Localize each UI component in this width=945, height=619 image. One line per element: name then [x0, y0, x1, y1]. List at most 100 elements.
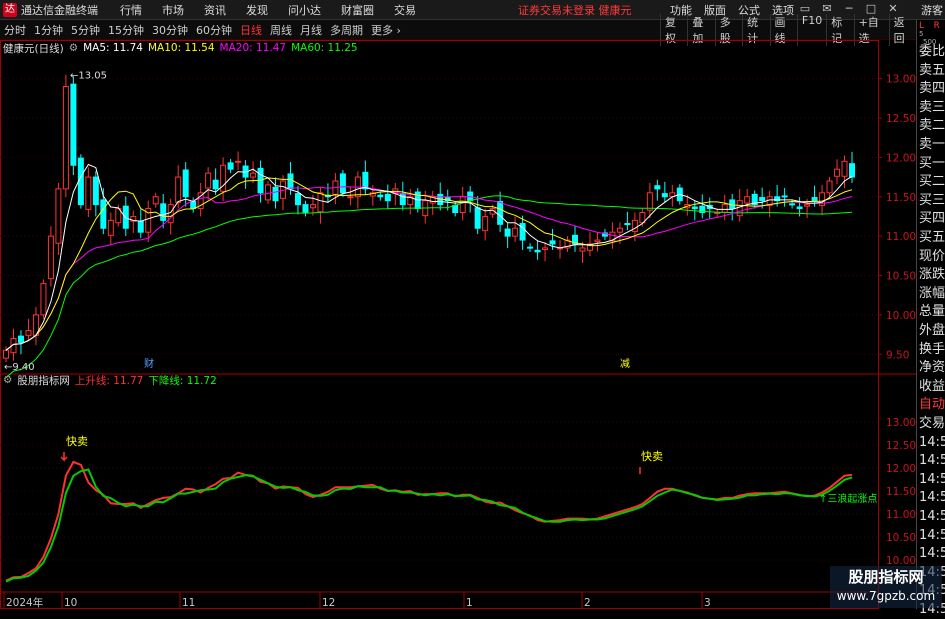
candle-up: [25, 330, 32, 336]
candle-down: [272, 186, 279, 202]
side-panel-item[interactable]: 换手: [917, 340, 945, 359]
menu-market[interactable]: 行情: [110, 2, 152, 18]
period-tab[interactable]: 日线: [236, 22, 266, 38]
side-panel-item[interactable]: 买四: [917, 209, 945, 228]
candle-up: [107, 219, 114, 236]
lr-toggle[interactable]: L R 5 500: [919, 22, 943, 47]
candle-down: [849, 163, 855, 178]
ma60-label: MA60: 11.25: [291, 42, 358, 54]
candle-up: [646, 192, 653, 211]
period-tab[interactable]: 15分钟: [104, 22, 148, 38]
candle-down: [287, 173, 294, 190]
candle-up: [579, 247, 586, 252]
down-line: [5, 468, 853, 583]
up-line-label: 上升线: 11.77: [74, 374, 144, 387]
period-tab[interactable]: 多周期: [326, 22, 367, 38]
date-label: 3: [704, 597, 711, 609]
side-panel-item[interactable]: 卖五: [917, 61, 945, 80]
candle-down: [811, 197, 818, 202]
sell-signal-label: 快卖: [66, 435, 88, 448]
settings-icon[interactable]: ⚙: [3, 374, 12, 386]
side-panel-item[interactable]: 总量: [917, 302, 945, 321]
side-panel-item[interactable]: 现价: [917, 247, 945, 266]
date-label: 12: [322, 597, 335, 609]
side-panel-item[interactable]: 14:56: [917, 433, 945, 452]
side-panel-item[interactable]: 收益: [917, 377, 945, 396]
side-panel-item[interactable]: 14:56: [917, 451, 945, 470]
date-label: 1: [466, 597, 473, 609]
candle-up: [3, 349, 9, 359]
side-panel-item[interactable]: 卖三: [917, 98, 945, 117]
candle-up: [744, 196, 751, 204]
menu-wealth[interactable]: 财富圈: [331, 2, 384, 18]
menu-discover[interactable]: 发现: [236, 2, 278, 18]
side-panel-item[interactable]: 卖一: [917, 135, 945, 154]
side-panel-item[interactable]: 买三: [917, 191, 945, 210]
side-panel-item[interactable]: 买二: [917, 172, 945, 191]
candle-up: [265, 184, 272, 201]
candle-up: [841, 160, 848, 177]
price-tick-label: 13.00: [886, 74, 916, 86]
menu-ask[interactable]: 问小达: [278, 2, 331, 18]
menu-markets[interactable]: 市场: [152, 2, 194, 18]
candle-down: [92, 176, 99, 206]
side-panel-item[interactable]: 14:56: [917, 470, 945, 489]
candle-down: [691, 206, 698, 210]
side-panel-item[interactable]: 交易: [917, 414, 945, 433]
date-label: 2: [584, 597, 591, 609]
menu-trade[interactable]: 交易: [384, 2, 426, 18]
period-tab[interactable]: 月线: [296, 22, 326, 38]
watermark: 股朋指标网 www.7gpzb.com: [830, 566, 942, 608]
quote-side-panel: L R 5 500 委比 卖五 卖四 卖三 卖二 卖一 买一 买二 买三 买四 买五 现价 涨跌 涨幅 总量…: [916, 20, 945, 617]
sub-tick-label: 10.50: [886, 532, 916, 544]
candle-down: [160, 203, 167, 221]
side-panel-item[interactable]: 14:56: [917, 488, 945, 507]
menu-news[interactable]: 资讯: [194, 2, 236, 18]
login-notice[interactable]: 证券交易未登录 健康元: [518, 2, 632, 18]
period-tab[interactable]: 1分钟: [30, 22, 67, 38]
settings-icon[interactable]: ⚙: [69, 42, 78, 54]
period-tab[interactable]: 周线: [266, 22, 296, 38]
candle-down: [227, 162, 234, 170]
guest-label[interactable]: 游客: [921, 2, 943, 18]
sub-tick-label: 11.50: [886, 486, 916, 498]
side-panel-item[interactable]: 14:56: [917, 507, 945, 526]
side-panel-item[interactable]: 涨跌: [917, 265, 945, 284]
side-panel-item[interactable]: 卖四: [917, 79, 945, 98]
period-tab[interactable]: 5分钟: [67, 22, 104, 38]
candle-up: [542, 247, 549, 251]
side-panel-item[interactable]: 买一: [917, 154, 945, 173]
period-tab[interactable]: 30分钟: [148, 22, 192, 38]
period-tab[interactable]: 更多 ›: [367, 22, 405, 38]
candle-up: [594, 239, 601, 243]
candle-down: [549, 240, 556, 245]
side-panel-item[interactable]: 买五: [917, 228, 945, 247]
candle-up: [85, 176, 92, 210]
side-panel-item[interactable]: 14:56: [917, 526, 945, 545]
price-tick-label: 10.00: [886, 310, 916, 322]
candle-down: [212, 179, 219, 190]
candle-up: [834, 168, 841, 177]
side-panel-item[interactable]: 净资: [917, 358, 945, 377]
side-panel-item[interactable]: 自动: [917, 395, 945, 414]
candle-up: [152, 196, 159, 205]
candle-up: [826, 180, 833, 194]
candle-up: [235, 160, 242, 163]
kline-chart[interactable]: 13.00 12.50 12.00 11.50 11.00 10.50 10.00 9.50 1…: [0, 40, 916, 609]
side-panel-item[interactable]: 委比: [917, 42, 945, 61]
period-tab[interactable]: 60分钟: [192, 22, 236, 38]
candle-down: [759, 197, 766, 202]
ma20-label: MA20: 11.47: [219, 42, 287, 54]
side-panel-item[interactable]: 外盘: [917, 321, 945, 340]
side-panel-item[interactable]: 14:56: [917, 544, 945, 563]
candle-down: [781, 195, 788, 198]
candle-down: [527, 246, 534, 249]
period-tab[interactable]: 分时: [0, 22, 30, 38]
side-panel-item[interactable]: 卖二: [917, 116, 945, 135]
candle-down: [339, 173, 346, 194]
side-panel-item[interactable]: 涨幅: [917, 284, 945, 303]
finance-marker: 财: [144, 357, 154, 370]
rise-point-label: ↑三浪起涨点: [819, 492, 877, 505]
candle-down: [100, 199, 107, 229]
date-label: 10: [64, 597, 77, 609]
